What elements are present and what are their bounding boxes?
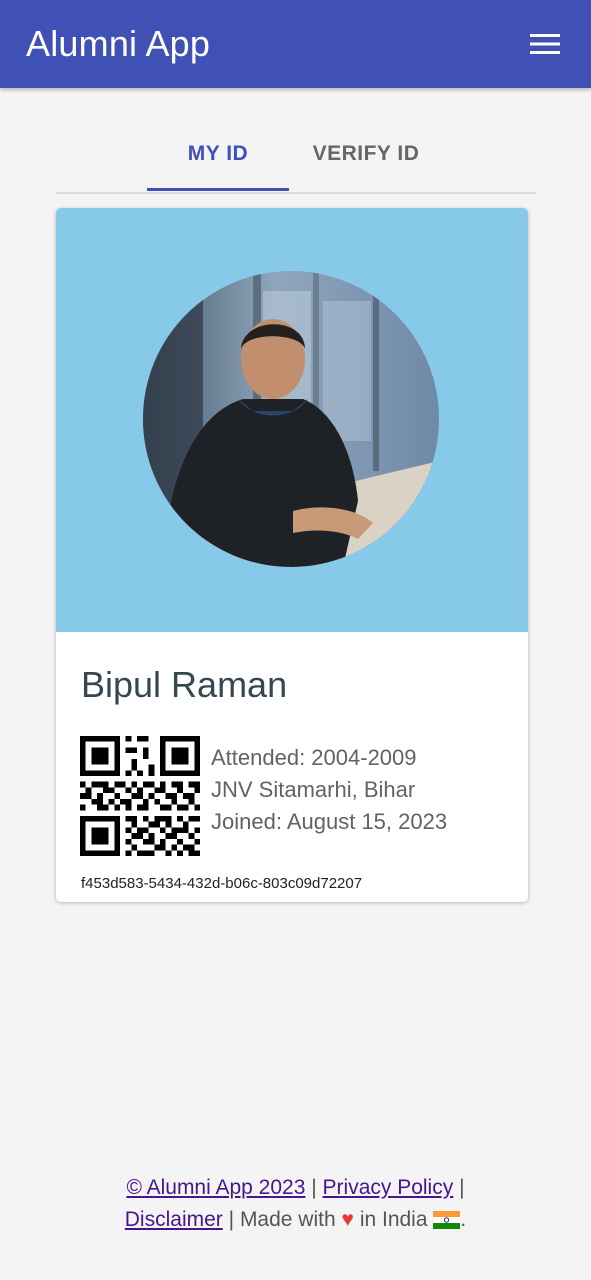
qr-code-icon <box>80 736 200 856</box>
heart-icon: ♥ <box>341 1208 354 1231</box>
card-body: Bipul Raman Attended: 2004-2009 JNV Sita… <box>56 632 528 902</box>
active-tab-indicator <box>147 188 289 191</box>
tab-bar: MY ID VERIFY ID <box>56 118 536 194</box>
copyright-link[interactable]: © Alumni App 2023 <box>126 1176 305 1199</box>
joined-date: Joined: August 15, 2023 <box>211 809 448 834</box>
privacy-policy-link[interactable]: Privacy Policy <box>323 1176 454 1199</box>
india-flag-icon <box>433 1211 461 1229</box>
menu-button[interactable] <box>525 24 565 64</box>
hamburger-menu-icon <box>530 34 560 54</box>
footer-separator: | <box>228 1208 235 1231</box>
alumni-id-card: Bipul Raman Attended: 2004-2009 JNV Sita… <box>56 208 528 902</box>
in-india-text: in India <box>359 1208 428 1231</box>
made-with-text: Made with <box>239 1208 336 1231</box>
alumni-name: Bipul Raman <box>81 664 288 705</box>
school-name: JNV Sitamarhi, Bihar <box>211 777 416 802</box>
tab-my-id-label: MY ID <box>187 142 249 165</box>
footer-line-2: Disclaimer | Made with ♥ in India . <box>0 1204 591 1236</box>
alumni-details: Attended: 2004-2009 JNV Sitamarhi, Bihar… <box>211 742 447 838</box>
attended-years: Attended: 2004-2009 <box>211 745 417 770</box>
footer-line-1: © Alumni App 2023 | Privacy Policy | <box>0 1172 591 1204</box>
tab-verify-id-label: VERIFY ID <box>312 142 420 165</box>
footer-separator: | <box>459 1176 465 1199</box>
member-uuid: f453d583-5434-432d-b06c-803c09d72207 <box>81 875 363 892</box>
footer: © Alumni App 2023 | Privacy Policy | Dis… <box>0 1172 591 1236</box>
tab-my-id[interactable]: MY ID <box>147 118 289 190</box>
app-title: Alumni App <box>26 23 211 64</box>
card-header-background <box>56 208 528 632</box>
app-bar: Alumni App <box>0 0 591 88</box>
footer-separator: | <box>311 1176 317 1199</box>
disclaimer-link[interactable]: Disclaimer <box>125 1208 223 1231</box>
footer-period: . <box>460 1208 467 1231</box>
profile-photo <box>143 271 439 567</box>
tab-verify-id[interactable]: VERIFY ID <box>289 118 443 190</box>
